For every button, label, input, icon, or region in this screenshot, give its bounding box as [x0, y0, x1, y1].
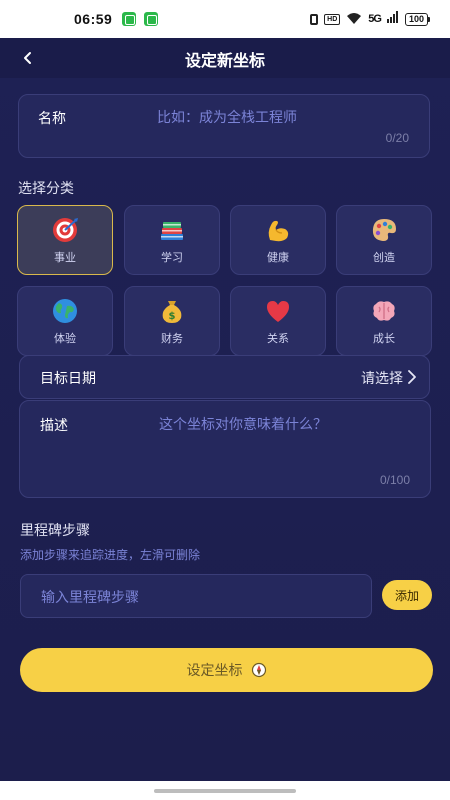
- name-placeholder: 比如：成为全栈工程师: [157, 110, 297, 126]
- vibrate-icon: [310, 13, 319, 25]
- status-indicators: HD 5G 100: [310, 10, 430, 28]
- target-icon: [53, 217, 78, 242]
- category-growth[interactable]: 成长: [336, 286, 432, 356]
- books-icon: [161, 221, 183, 240]
- category-label: 体验: [54, 331, 76, 345]
- target-date-label: 目标日期: [40, 371, 96, 387]
- category-relationship[interactable]: 关系: [230, 286, 326, 356]
- milestones-hint: 添加步骤来追踪进度，左滑可删除: [20, 548, 201, 562]
- app-screen: 设定新坐标 名称 比如：成为全栈工程师 0/20 选择分类 事业 学习 健康 创…: [0, 38, 450, 781]
- signal-icon: [386, 10, 399, 28]
- battery-level: 100: [404, 12, 428, 26]
- description-field[interactable]: 描述 这个坐标对你意味着什么？ 0/100: [19, 400, 431, 498]
- category-label: 关系: [267, 331, 289, 345]
- money-bag-icon: $: [162, 300, 182, 323]
- milestone-input-placeholder: 输入里程碑步骤: [41, 590, 139, 606]
- brain-icon: [373, 300, 395, 321]
- chevron-right-icon: [408, 370, 416, 384]
- name-label: 名称: [38, 111, 66, 127]
- milestones-label: 里程碑步骤: [20, 523, 90, 539]
- category-label: 健康: [267, 250, 289, 264]
- description-counter: 0/100: [379, 473, 410, 487]
- category-create[interactable]: 创造: [336, 205, 432, 275]
- name-field[interactable]: 名称 比如：成为全栈工程师 0/20: [18, 94, 430, 158]
- status-bar: 06:59 HD 5G 100: [0, 0, 450, 38]
- compass-icon: [251, 662, 266, 678]
- status-time: 06:59: [74, 11, 113, 27]
- description-label: 描述: [40, 418, 68, 434]
- signal-label: 5G: [368, 13, 382, 25]
- battery-icon: 100: [404, 12, 430, 26]
- app-notification-icon: [122, 12, 137, 26]
- app-notification-icon: [144, 12, 159, 26]
- name-counter: 0/20: [385, 131, 409, 145]
- muscle-icon: [268, 220, 289, 241]
- target-date-row[interactable]: 目标日期 请选择: [19, 355, 430, 399]
- heart-icon: [267, 300, 289, 322]
- category-section-label: 选择分类: [18, 181, 74, 197]
- category-label: 成长: [373, 331, 395, 345]
- hd-badge: HD: [324, 13, 341, 25]
- navigation-bar: [0, 781, 450, 800]
- wifi-icon: [346, 12, 362, 27]
- category-label: 创造: [373, 250, 395, 264]
- target-date-value: 请选择: [361, 371, 403, 387]
- category-label: 财务: [161, 331, 183, 345]
- palette-icon: [372, 218, 396, 241]
- category-label: 学习: [161, 250, 183, 264]
- category-label: 事业: [54, 250, 76, 264]
- category-study[interactable]: 学习: [124, 205, 220, 275]
- add-milestone-label: 添加: [394, 588, 419, 603]
- home-indicator[interactable]: [154, 789, 296, 793]
- description-placeholder: 这个坐标对你意味着什么？: [159, 417, 327, 433]
- add-milestone-button[interactable]: 添加: [382, 580, 432, 610]
- category-experience[interactable]: 体验: [17, 286, 113, 356]
- category-health[interactable]: 健康: [230, 205, 326, 275]
- submit-button[interactable]: 设定坐标: [20, 648, 433, 692]
- category-finance[interactable]: $ 财务: [124, 286, 220, 356]
- category-career[interactable]: 事业: [17, 205, 113, 275]
- svg-text:$: $: [169, 311, 176, 322]
- milestone-input[interactable]: 输入里程碑步骤: [20, 574, 372, 618]
- globe-icon: [53, 298, 77, 323]
- submit-label: 设定坐标: [186, 663, 243, 679]
- page-title: 设定新坐标: [184, 51, 265, 70]
- header: 设定新坐标: [0, 38, 450, 78]
